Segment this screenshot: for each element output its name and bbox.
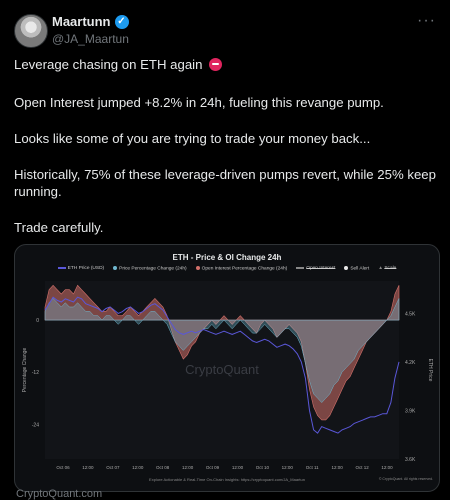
chart-title: ETH - Price & OI Change 24h bbox=[172, 253, 282, 262]
left-tick-label: -12 bbox=[32, 370, 39, 376]
right-tick-label: 3.9K bbox=[405, 408, 416, 414]
right-tick-label: 4.2K bbox=[405, 360, 416, 366]
x-tick-label: Oct 06 bbox=[56, 465, 70, 470]
y-axis-title-right: ETH Price bbox=[427, 359, 433, 382]
x-tick-label: Oct 08 bbox=[156, 465, 170, 470]
link-preview-source[interactable]: CryptoQuant.com bbox=[16, 488, 102, 500]
chart-legend: ETH Price (USD) Price Percentage Change … bbox=[15, 266, 439, 271]
legend-item: Price Percentage Change (24h) bbox=[113, 266, 187, 271]
x-tick-label: Oct 09 bbox=[206, 465, 220, 470]
chart-image[interactable]: CryptoQuant 0 -12 -24 4.5K 4.2K 3.9K 3.6K Oct 06… bbox=[14, 244, 440, 492]
x-tick-label: 12:00 bbox=[332, 465, 344, 470]
x-tick-label: Oct 12 bbox=[355, 465, 369, 470]
x-tick-label: 12:00 bbox=[82, 465, 94, 470]
tweet-line-1-text: Leverage chasing on ETH again bbox=[14, 57, 203, 72]
right-tick-label: 3.6K bbox=[405, 457, 416, 463]
x-tick-label: Oct 07 bbox=[106, 465, 120, 470]
chart-copyright: © CryptoQuant. All rights reserved. bbox=[378, 477, 433, 481]
legend-item: ▲ Scale bbox=[378, 266, 397, 271]
avatar[interactable] bbox=[14, 14, 48, 48]
chart-svg: CryptoQuant 0 -12 -24 4.5K 4.2K 3.9K 3.6K Oct 06… bbox=[22, 281, 433, 470]
x-tick-label: 12:00 bbox=[232, 465, 244, 470]
x-tick-label: 12:00 bbox=[132, 465, 144, 470]
tweet-line-1: Leverage chasing on ETH again bbox=[14, 56, 444, 73]
author-row: Maartunn ✓ bbox=[52, 14, 129, 29]
tweet: Maartunn ✓ @JA_Maartun ··· Leverage chas… bbox=[0, 0, 450, 500]
x-tick-label: 12:00 bbox=[381, 465, 393, 470]
x-tick-label: 12:00 bbox=[182, 465, 194, 470]
tweet-line-3: Looks like some of you are trying to tra… bbox=[14, 131, 371, 146]
x-tick-label: Oct 11 bbox=[306, 465, 319, 470]
chart-footer-note: Explore Actionable & Real-Time On-Chain … bbox=[149, 477, 305, 482]
left-tick-label: 0 bbox=[36, 318, 39, 324]
tweet-line-5: Trade carefully. bbox=[14, 220, 104, 235]
angry-face-emoji-icon bbox=[209, 58, 223, 71]
legend-item: Sell Alert bbox=[344, 266, 369, 271]
author-handle[interactable]: @JA_Maartun bbox=[52, 32, 129, 46]
y-axis-title-left: Percentage Change bbox=[22, 348, 28, 393]
legend-item: ETH Price (USD) bbox=[57, 266, 104, 271]
right-tick-label: 4.5K bbox=[405, 311, 416, 317]
legend-item: Open Interest Percentage Change (24h) bbox=[195, 266, 287, 271]
tweet-line-2: Open Interest jumped +8.2% in 24h, fueli… bbox=[14, 95, 384, 110]
author-name[interactable]: Maartunn bbox=[52, 14, 111, 29]
left-tick-label: -24 bbox=[32, 422, 39, 428]
more-options-icon[interactable]: ··· bbox=[417, 12, 436, 30]
verified-badge-icon: ✓ bbox=[114, 14, 129, 29]
chart-watermark: CryptoQuant bbox=[185, 362, 259, 377]
legend-item: Open Interest bbox=[296, 266, 335, 271]
x-tick-label: Oct 10 bbox=[256, 465, 270, 470]
x-tick-label: 12:00 bbox=[282, 465, 294, 470]
tweet-line-4: Historically, 75% of these leverage-driv… bbox=[14, 167, 436, 199]
